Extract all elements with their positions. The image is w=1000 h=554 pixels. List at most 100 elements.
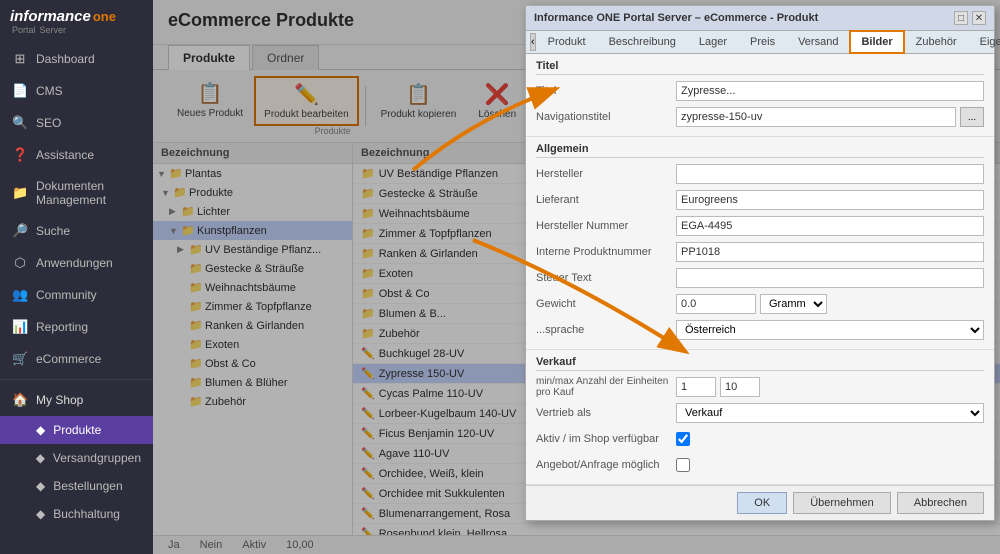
modal-titlebar: Informance ONE Portal Server – eCommerce…	[526, 6, 994, 31]
bestellungen-diamond-icon: ◆	[36, 479, 45, 493]
sidebar-item-cms[interactable]: 📄 CMS	[0, 75, 153, 107]
aktiv-checkbox[interactable]	[676, 432, 690, 446]
sidebar-item-seo[interactable]: 🔍 SEO	[0, 107, 153, 139]
form-value	[676, 81, 984, 101]
sidebar-myshop-label: My Shop	[36, 393, 83, 407]
myshop-icon: 🏠	[12, 392, 28, 408]
modal-tab-lager[interactable]: Lager	[688, 31, 738, 53]
ecommerce-icon: 🛒	[12, 351, 28, 367]
sidebar-sub-item-produkte[interactable]: ◆ Produkte	[0, 416, 153, 444]
sidebar-divider	[0, 379, 153, 380]
logo-main-text: informance	[10, 8, 91, 25]
form-value	[676, 242, 984, 262]
modal-prev-button[interactable]: ‹	[530, 33, 536, 51]
sidebar-item-label: Anwendungen	[36, 256, 113, 270]
titel-input[interactable]	[676, 81, 984, 101]
sidebar-item-label: Assistance	[36, 148, 94, 162]
sprache-select[interactable]: Österreich	[676, 320, 984, 340]
sidebar-item-suche[interactable]: 🔎 Suche	[0, 215, 153, 247]
modal-tab-beschreibung[interactable]: Beschreibung	[598, 31, 687, 53]
modal-close-button[interactable]: ✕	[972, 11, 986, 25]
community-icon: 👥	[12, 287, 28, 303]
form-row-aktiv: Aktiv / im Shop verfügbar	[536, 428, 984, 450]
sidebar-item-label: Dokumenten Management	[36, 179, 141, 207]
modal-maximize-button[interactable]: □	[954, 11, 968, 25]
form-label: ...sprache	[536, 324, 676, 336]
sidebar-item-label: SEO	[36, 116, 61, 130]
sidebar-item-anwendungen[interactable]: ⬡ Anwendungen	[0, 247, 153, 279]
form-label: min/max Anzahl der Einheiten pro Kauf	[536, 376, 676, 398]
section-title-verkauf: Verkauf	[536, 356, 984, 371]
abbrechen-button[interactable]: Abbrechen	[897, 492, 984, 514]
sidebar-item-reporting[interactable]: 📊 Reporting	[0, 311, 153, 343]
form-row-hersteller-nr: Hersteller Nummer	[536, 215, 984, 237]
sidebar-item-label: CMS	[36, 84, 63, 98]
modal-tab-produkt[interactable]: Produkt	[537, 31, 597, 53]
form-row-angebot: Angebot/Anfrage möglich	[536, 454, 984, 476]
modal-tab-versand[interactable]: Versand	[787, 31, 849, 53]
dokumente-icon: 📁	[12, 185, 28, 201]
form-label: Lieferant	[536, 194, 676, 206]
hersteller-nr-input[interactable]	[676, 216, 984, 236]
max-input[interactable]	[720, 377, 760, 397]
form-value: Gramm	[676, 294, 984, 314]
ok-button[interactable]: OK	[737, 492, 787, 514]
angebot-checkbox[interactable]	[676, 458, 690, 472]
steuer-input[interactable]	[676, 268, 984, 288]
form-row-vertrieb: Vertrieb als Verkauf	[536, 402, 984, 424]
versandgruppen-diamond-icon: ◆	[36, 451, 45, 465]
logo: informance one Portal Server	[0, 0, 153, 43]
sidebar-sub-label: Buchhaltung	[53, 507, 120, 521]
form-row-nav: Navigationstitel ...	[536, 106, 984, 128]
uebernehmen-button[interactable]: Übernehmen	[793, 492, 891, 514]
sidebar-item-dashboard[interactable]: ⊞ Dashboard	[0, 43, 153, 75]
sidebar-item-community[interactable]: 👥 Community	[0, 279, 153, 311]
sidebar-item-ecommerce[interactable]: 🛒 eCommerce	[0, 343, 153, 375]
modal-content: Titel Titel Navigationstitel ...	[526, 54, 994, 485]
suche-icon: 🔎	[12, 223, 28, 239]
sidebar-item-label: Reporting	[36, 320, 88, 334]
form-value	[676, 432, 984, 446]
gewicht-input[interactable]	[676, 294, 756, 314]
form-row-minmax: min/max Anzahl der Einheiten pro Kauf	[536, 376, 984, 398]
hersteller-input[interactable]	[676, 164, 984, 184]
sidebar-item-assistance[interactable]: ❓ Assistance	[0, 139, 153, 171]
form-row-interne-nr: Interne Produktnummer	[536, 241, 984, 263]
form-row-titel: Titel	[536, 80, 984, 102]
vertrieb-select[interactable]: Verkauf	[676, 403, 984, 423]
form-value: Österreich	[676, 320, 984, 340]
min-input[interactable]	[676, 377, 716, 397]
sidebar-item-myshop[interactable]: 🏠 My Shop	[0, 384, 153, 416]
modal-tab-preis[interactable]: Preis	[739, 31, 786, 53]
logo-server: Server	[40, 25, 67, 35]
sidebar-item-dokumente[interactable]: 📁 Dokumenten Management	[0, 171, 153, 215]
form-row-hersteller: Hersteller	[536, 163, 984, 185]
gewicht-unit-select[interactable]: Gramm	[760, 294, 827, 314]
form-label: Angebot/Anfrage möglich	[536, 459, 676, 471]
nav-extra-button[interactable]: ...	[960, 107, 984, 127]
main-area: eCommerce Produkte Produkte Ordner 📋 Neu…	[153, 0, 1000, 554]
sidebar-item-label: eCommerce	[36, 352, 101, 366]
modal-tab-eigenschaften[interactable]: Eigenschaften	[969, 31, 1000, 53]
modal-footer: OK Übernehmen Abbrechen	[526, 485, 994, 520]
sidebar-sub-item-buchhaltung[interactable]: ◆ Buchhaltung	[0, 500, 153, 528]
form-value	[676, 458, 984, 472]
modal-tabs: ‹ Produkt Beschreibung Lager Preis Versa…	[526, 31, 994, 54]
sidebar-item-label: Dashboard	[36, 52, 95, 66]
interne-nr-input[interactable]	[676, 242, 984, 262]
lieferant-input[interactable]	[676, 190, 984, 210]
modal-tab-bilder[interactable]: Bilder	[850, 31, 903, 53]
modal-tab-zubehoer[interactable]: Zubehör	[905, 31, 968, 53]
navigationstitel-input[interactable]	[676, 107, 956, 127]
modal: Informance ONE Portal Server – eCommerce…	[525, 5, 995, 521]
form-value: Verkauf	[676, 403, 984, 423]
sidebar-sub-item-bestellungen[interactable]: ◆ Bestellungen	[0, 472, 153, 500]
sidebar: informance one Portal Server ⊞ Dashboard…	[0, 0, 153, 554]
form-row-steuer: Steuer Text	[536, 267, 984, 289]
sidebar-sub-item-versandgruppen[interactable]: ◆ Versandgruppen	[0, 444, 153, 472]
seo-icon: 🔍	[12, 115, 28, 131]
form-label: Titel	[536, 85, 676, 97]
sidebar-sub-label: Produkte	[53, 423, 101, 437]
form-label: Gewicht	[536, 298, 676, 310]
assistance-icon: ❓	[12, 147, 28, 163]
